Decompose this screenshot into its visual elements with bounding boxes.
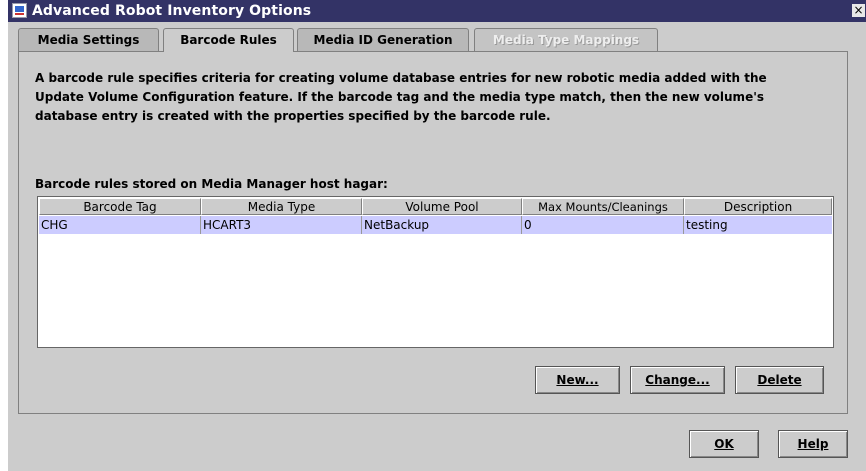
column-header-max-mounts[interactable]: Max Mounts/Cleanings	[522, 198, 684, 215]
tab-barcode-rules[interactable]: Barcode Rules	[163, 28, 294, 52]
cell-max-mounts: 0	[522, 216, 684, 234]
stored-rules-label: Barcode rules stored on Media Manager ho…	[35, 177, 388, 191]
table-row[interactable]: CHG HCART3 NetBackup 0 testing	[39, 216, 832, 234]
help-button[interactable]: Help	[778, 430, 848, 458]
delete-button[interactable]: Delete	[735, 366, 824, 394]
change-button[interactable]: Change...	[630, 366, 725, 394]
column-header-volume-pool[interactable]: Volume Pool	[362, 198, 522, 215]
title-bar[interactable]: Advanced Robot Inventory Options ×	[8, 0, 866, 22]
cell-barcode-tag: CHG	[39, 216, 201, 234]
ok-button[interactable]: OK	[689, 430, 759, 458]
tab-media-id-generation[interactable]: Media ID Generation	[297, 28, 469, 51]
column-header-description[interactable]: Description	[684, 198, 832, 215]
app-icon	[12, 3, 27, 18]
close-icon[interactable]: ×	[852, 4, 865, 17]
dialog-window: Advanced Robot Inventory Options × Media…	[8, 0, 866, 471]
window-title: Advanced Robot Inventory Options	[32, 3, 312, 19]
description-text: A barcode rule specifies criteria for cr…	[35, 69, 835, 126]
description-line: Update Volume Configuration feature. If …	[35, 90, 765, 104]
tab-media-type-mappings: Media Type Mappings	[474, 28, 658, 51]
column-header-media-type[interactable]: Media Type	[201, 198, 362, 215]
description-line: A barcode rule specifies criteria for cr…	[35, 71, 767, 85]
barcode-rules-panel: A barcode rule specifies criteria for cr…	[18, 51, 848, 414]
new-button[interactable]: New...	[535, 366, 620, 394]
description-line: database entry is created with the prope…	[35, 109, 551, 123]
cell-volume-pool: NetBackup	[362, 216, 522, 234]
barcode-rules-table[interactable]: Barcode Tag Media Type Volume Pool Max M…	[37, 196, 834, 348]
tab-media-settings[interactable]: Media Settings	[18, 28, 159, 51]
cell-media-type: HCART3	[201, 216, 362, 234]
cell-description: testing	[686, 218, 728, 232]
column-header-barcode-tag[interactable]: Barcode Tag	[39, 198, 201, 215]
